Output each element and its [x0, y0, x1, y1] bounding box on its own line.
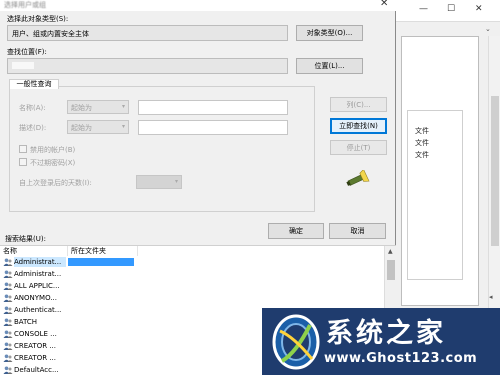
object-types-button[interactable]: 对象类型(O)...: [296, 25, 363, 41]
close-icon[interactable]: ✕: [475, 4, 483, 14]
find-now-button[interactable]: 立即查找(N): [330, 118, 387, 134]
disabled-accounts-label: 禁用的帐户(B): [30, 146, 76, 154]
result-folder: [68, 342, 134, 350]
result-name: CREATOR ...: [14, 354, 56, 362]
description-input[interactable]: [138, 120, 288, 135]
chevron-down-icon: ▾: [121, 103, 125, 110]
non-expiring-password-label: 不过期密码(X): [30, 159, 76, 167]
user-group-icon: [3, 306, 13, 314]
background-titlebar: — ☐ ✕: [389, 0, 500, 22]
table-row[interactable]: ALL APPLIC...: [0, 281, 384, 291]
background-file-label: 文件: [415, 139, 429, 147]
user-group-icon: [3, 342, 13, 350]
description-match-select: 起始为 ▾: [67, 120, 129, 134]
dialog-titlebar: 选择用户或组 ✕: [0, 0, 396, 11]
background-file-label: 文件: [415, 127, 429, 135]
search-flashlight-icon: [344, 168, 370, 190]
name-match-value: 起始为: [71, 104, 92, 112]
description-label: 描述(D):: [19, 124, 47, 132]
disabled-accounts-checkbox[interactable]: [19, 145, 27, 153]
location-label: 查找位置(F):: [7, 48, 47, 56]
result-name: Administrat...: [14, 257, 66, 267]
result-name: ANONYMO...: [14, 294, 57, 302]
user-group-icon: [3, 354, 13, 362]
scroll-left-icon[interactable]: ◂: [489, 293, 493, 301]
cancel-button[interactable]: 取消: [329, 223, 386, 239]
maximize-icon[interactable]: ☐: [447, 4, 455, 14]
result-folder: [68, 282, 134, 290]
result-name: BATCH: [14, 318, 38, 326]
table-row[interactable]: Administrat...: [0, 257, 384, 267]
result-name: DefaultAcc...: [14, 366, 59, 374]
column-header-name[interactable]: 名称: [0, 246, 68, 256]
scrollbar-thumb[interactable]: [491, 96, 499, 246]
days-since-login-select: ▾: [136, 175, 182, 189]
watermark: 系统之家 www.Ghost123.com: [262, 308, 500, 375]
columns-button[interactable]: 列(C)...: [330, 97, 387, 112]
result-folder: [68, 270, 134, 278]
user-group-icon: [3, 366, 13, 374]
result-folder: [68, 306, 134, 314]
user-group-icon: [3, 282, 13, 290]
result-folder: [68, 354, 134, 362]
description-match-value: 起始为: [71, 124, 92, 132]
watermark-url: www.Ghost123.com: [324, 351, 478, 366]
result-name: Authenticat...: [14, 306, 62, 314]
ok-button[interactable]: 确定: [268, 223, 324, 239]
chevron-down-icon: ▾: [174, 178, 178, 185]
location-field: [7, 58, 288, 74]
chevron-down-icon[interactable]: ⌄: [485, 25, 491, 33]
user-group-icon: [3, 294, 13, 302]
result-folder: [68, 366, 134, 374]
user-group-icon: [3, 318, 13, 326]
column-header-folder[interactable]: 所在文件夹: [68, 246, 138, 256]
stop-button[interactable]: 停止(T): [330, 140, 387, 155]
user-group-icon: [3, 330, 13, 338]
result-folder: [68, 330, 134, 338]
result-name: CREATOR ...: [14, 342, 56, 350]
background-scrollbar[interactable]: [488, 36, 500, 336]
scroll-up-icon[interactable]: ▲: [388, 248, 393, 255]
chevron-down-icon: ▾: [121, 123, 125, 130]
user-group-icon: [3, 258, 13, 266]
watermark-title: 系统之家: [326, 318, 446, 349]
name-label: 名称(A):: [19, 104, 46, 112]
result-folder: [68, 294, 134, 302]
name-input[interactable]: [138, 100, 288, 115]
minimize-icon[interactable]: —: [419, 4, 428, 14]
dialog-title: 选择用户或组: [4, 1, 46, 9]
non-expiring-password-checkbox[interactable]: [19, 158, 27, 166]
background-file-label: 文件: [415, 151, 429, 159]
result-name: CONSOLE ...: [14, 330, 57, 338]
object-type-field: 用户、组或内置安全主体: [7, 25, 288, 41]
watermark-logo: [270, 311, 322, 371]
locations-button[interactable]: 位置(L)...: [296, 58, 363, 74]
close-icon[interactable]: ✕: [380, 0, 388, 9]
location-value: [12, 62, 34, 69]
result-name: ALL APPLIC...: [14, 282, 60, 290]
table-row[interactable]: ANONYMO...: [0, 293, 384, 303]
result-folder: [68, 318, 134, 326]
scrollbar-thumb[interactable]: [387, 260, 395, 280]
user-group-icon: [3, 270, 13, 278]
name-match-select: 起始为 ▾: [67, 100, 129, 114]
object-type-label: 选择此对象类型(S):: [7, 15, 69, 23]
search-results-label: 搜索结果(U):: [5, 235, 46, 243]
days-since-login-label: 自上次登录后的天数(I):: [19, 179, 92, 187]
result-name: Administrat...: [14, 270, 62, 278]
tab-common-queries[interactable]: 一般性查询: [9, 79, 59, 89]
result-folder: [68, 258, 134, 266]
table-row[interactable]: Administrat...: [0, 269, 384, 279]
